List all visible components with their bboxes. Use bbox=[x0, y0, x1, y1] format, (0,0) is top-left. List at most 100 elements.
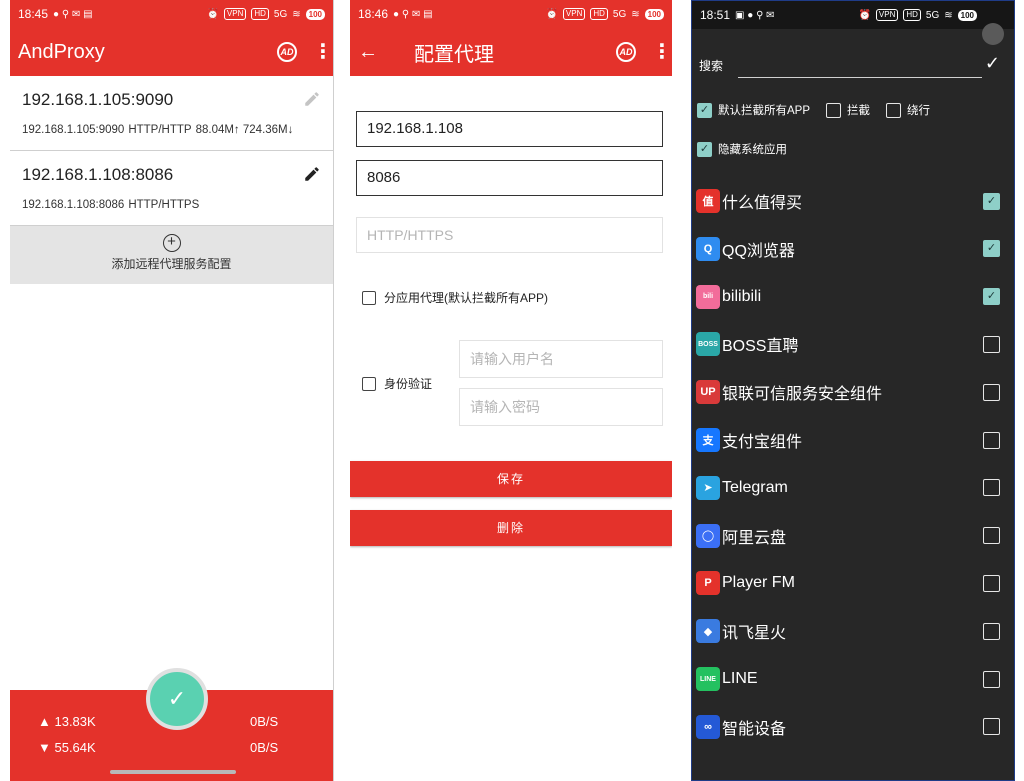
back-arrow-icon[interactable]: ← bbox=[358, 41, 378, 64]
username-input[interactable]: 请输入用户名 bbox=[459, 340, 663, 378]
app-list-item[interactable]: Q QQ浏览器 ✓ bbox=[696, 225, 1000, 273]
app-selection-screen: 18:51 ▣ ● ⚲ ✉ ⏰ VPN HD 5G ≋ 100 搜索 ✓ ✓ 默… bbox=[691, 0, 1015, 781]
status-bar: 18:51 ▣ ● ⚲ ✉ ⏰ VPN HD 5G ≋ 100 bbox=[692, 1, 1014, 29]
app-checkbox[interactable] bbox=[983, 622, 1000, 640]
proxy-detail: 192.168.1.105:9090 HTTP/HTTP 88.04M↑ 724.3… bbox=[22, 124, 329, 136]
save-button[interactable]: 保存 bbox=[350, 461, 672, 497]
delete-button[interactable]: 删除 bbox=[350, 510, 672, 546]
per-app-proxy-option[interactable]: 分应用代理(默认拦截所有APP) bbox=[362, 289, 548, 306]
auth-option[interactable]: 身份验证 bbox=[362, 375, 432, 392]
edit-icon[interactable] bbox=[303, 165, 321, 183]
app-list-item[interactable]: 支支付宝组件 bbox=[696, 416, 1000, 464]
app-name: 智能设备 bbox=[722, 720, 787, 738]
app-name: BOSS直聘 bbox=[722, 338, 799, 356]
status-time: 18:45 bbox=[18, 7, 49, 21]
app-list-item[interactable]: UP 银联可信服务安全组件 bbox=[696, 368, 1000, 416]
bypass-option[interactable]: 绕行 bbox=[886, 102, 930, 118]
app-name: QQ浏览器 bbox=[722, 242, 795, 260]
more-options-icon[interactable]: ⋮ bbox=[652, 42, 672, 62]
app-checkbox[interactable] bbox=[983, 479, 1000, 497]
proxy-detail-host: 192.168.1.105:9090 bbox=[22, 124, 125, 136]
app-checkbox[interactable]: ✓ bbox=[983, 192, 1000, 210]
app-checkbox[interactable] bbox=[983, 574, 1000, 592]
intercept-checkbox[interactable] bbox=[826, 102, 842, 118]
status-bar: 18:46 ● ⚲ ✉ ▤ ⏰ VPN HD 5G ≋ 100 bbox=[350, 0, 672, 28]
per-app-proxy-checkbox[interactable] bbox=[362, 290, 376, 305]
filter-options: ✓ 默认拦截所有APP 拦截 绕行 bbox=[697, 102, 946, 118]
wifi-icon: ≋ bbox=[631, 8, 640, 20]
battery-level: 100 bbox=[644, 8, 664, 20]
signal-label: 5G bbox=[925, 9, 940, 21]
app-checkbox[interactable]: ✓ bbox=[983, 240, 1000, 258]
app-checkbox[interactable] bbox=[983, 527, 1000, 545]
app-name: 阿里云盘 bbox=[722, 529, 787, 547]
nav-gesture-bar bbox=[110, 770, 236, 774]
confirm-check-icon[interactable]: ✓ bbox=[985, 53, 1000, 74]
app-list-item[interactable]: P Player FM bbox=[696, 559, 1000, 607]
alarm-icon: ⏰ bbox=[858, 9, 871, 21]
port-input[interactable]: 8086 bbox=[356, 160, 663, 196]
password-input[interactable]: 请输入密码 bbox=[459, 388, 663, 426]
app-checkbox[interactable]: ✓ bbox=[983, 288, 1000, 306]
app-icon: ∞ bbox=[696, 714, 720, 739]
status-time: 18:51 bbox=[700, 8, 731, 22]
intercept-option[interactable]: 拦截 bbox=[826, 102, 870, 118]
upload-rate: 0B/S bbox=[250, 714, 279, 729]
close-bubble-icon[interactable] bbox=[982, 23, 1004, 45]
app-list-item[interactable]: ➤ Telegram bbox=[696, 464, 1000, 512]
intercept-all-checkbox[interactable]: ✓ bbox=[697, 102, 712, 118]
download-rate: 0B/S bbox=[250, 740, 279, 755]
app-list-item[interactable]: ◆ 讯飞星火 bbox=[696, 607, 1000, 655]
app-checkbox[interactable] bbox=[983, 670, 1000, 688]
app-list-item[interactable]: bili bilibili ✓ bbox=[696, 273, 1000, 321]
app-name: 银联可信服务安全组件 bbox=[722, 386, 883, 404]
add-circle-icon: + bbox=[162, 234, 181, 252]
proxy-host: 192.168.1.105:9090 bbox=[22, 90, 174, 109]
intercept-all-option[interactable]: ✓ 默认拦截所有APP bbox=[697, 102, 810, 118]
app-name: 讯飞星火 bbox=[722, 625, 787, 643]
search-input[interactable] bbox=[738, 77, 982, 78]
notification-icons: ● ⚲ ✉ ▤ bbox=[53, 8, 93, 20]
ad-block-icon[interactable]: AD bbox=[277, 42, 297, 62]
proxy-host: 192.168.1.108:8086 bbox=[22, 165, 174, 184]
status-time: 18:46 bbox=[358, 7, 389, 21]
notification-icons: ▣ ● ⚲ ✉ bbox=[735, 9, 775, 21]
app-checkbox[interactable] bbox=[983, 383, 1000, 401]
screen-title: 配置代理 bbox=[414, 43, 494, 66]
app-title: AndProxy bbox=[18, 40, 105, 63]
vpn-badge: VPN bbox=[223, 8, 247, 20]
more-options-icon[interactable]: ⋮ bbox=[313, 42, 333, 62]
app-list-item[interactable]: ∞ 智能设备 bbox=[696, 703, 1000, 751]
app-checkbox[interactable] bbox=[983, 718, 1000, 736]
app-checkbox[interactable] bbox=[983, 431, 1000, 449]
download-total: ▼ 55.64K bbox=[38, 740, 96, 755]
connect-fab-button[interactable]: ✓ bbox=[146, 668, 208, 730]
proxy-item[interactable]: 192.168.1.105:9090 192.168.1.105:9090 HTT… bbox=[10, 76, 333, 151]
app-icon: BOSS bbox=[696, 332, 720, 357]
hide-system-option[interactable]: ✓ 隐藏系统应用 bbox=[697, 141, 803, 157]
app-list-item[interactable]: 值什么值得买 ✓ bbox=[696, 177, 1000, 225]
proxy-detail-host: 192.168.1.108:8086 bbox=[22, 199, 125, 211]
hide-system-checkbox[interactable]: ✓ bbox=[697, 141, 712, 157]
proxy-item[interactable]: 192.168.1.108:8086 192.168.1.108:8086 HTT… bbox=[10, 151, 333, 226]
hide-system-label: 隐藏系统应用 bbox=[718, 144, 787, 156]
app-list-item[interactable]: ◯ 阿里云盘 bbox=[696, 512, 1000, 560]
ad-block-icon[interactable]: AD bbox=[616, 42, 636, 62]
add-proxy-label: 添加远程代理服务配置 bbox=[111, 257, 232, 271]
bypass-checkbox[interactable] bbox=[886, 102, 902, 118]
app-icon: ◆ bbox=[696, 619, 720, 644]
app-list-item[interactable]: LINE LINE bbox=[696, 655, 1000, 703]
host-input[interactable]: 192.168.1.108 bbox=[356, 111, 663, 147]
protocol-input[interactable]: HTTP/HTTPS bbox=[356, 217, 663, 253]
auth-checkbox[interactable] bbox=[362, 376, 376, 391]
app-checkbox[interactable] bbox=[983, 335, 1000, 353]
hd-badge: HD bbox=[903, 9, 921, 21]
proxy-list-screen: 18:45 ● ⚲ ✉ ▤ ⏰ VPN HD 5G ≋ 100 AndProxy… bbox=[10, 0, 334, 781]
edit-icon[interactable] bbox=[303, 90, 321, 108]
app-bar: AndProxy AD ⋮ bbox=[10, 28, 333, 76]
add-proxy-button[interactable]: + 添加远程代理服务配置 bbox=[10, 226, 333, 284]
per-app-proxy-label: 分应用代理(默认拦截所有APP) bbox=[384, 291, 549, 305]
app-list-item[interactable]: BOSS BOSS直聘 bbox=[696, 320, 1000, 368]
signal-label: 5G bbox=[612, 8, 627, 20]
wifi-icon: ≋ bbox=[292, 8, 301, 20]
